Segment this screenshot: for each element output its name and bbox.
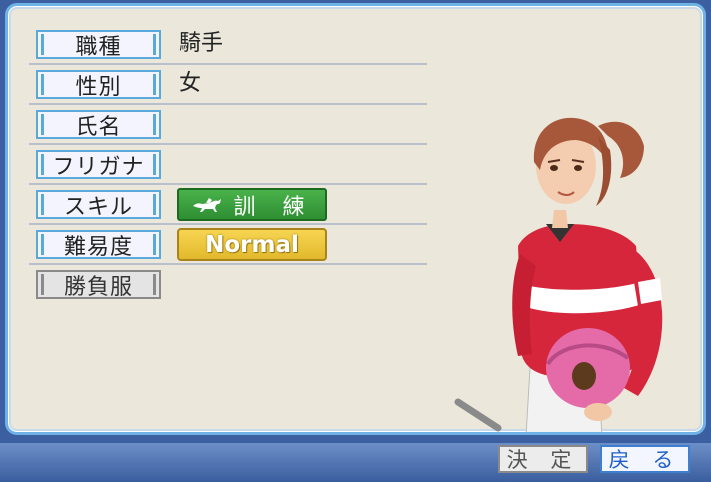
field-value-job: 騎手 <box>179 31 224 56</box>
field-row-furigana[interactable]: フリガナ <box>29 145 427 185</box>
field-list: 職種 騎手 性別 女 氏名 フリガナ スキル 訓 練 難易度 Normal 勝負… <box>29 25 427 305</box>
field-row-silks: 勝負服 <box>29 265 427 305</box>
field-label-name: 氏名 <box>36 110 161 140</box>
back-button[interactable]: 戻 る <box>600 445 690 473</box>
field-label-silks: 勝負服 <box>36 270 161 300</box>
screen: 職種 騎手 性別 女 氏名 フリガナ スキル 訓 練 難易度 Normal 勝負… <box>0 0 711 482</box>
confirm-button[interactable]: 決 定 <box>498 445 588 473</box>
field-label-furigana: フリガナ <box>36 150 161 180</box>
horse-icon <box>192 197 221 212</box>
field-row-job[interactable]: 職種 騎手 <box>29 25 427 65</box>
field-row-difficulty[interactable]: 難易度 Normal <box>29 225 427 265</box>
character-panel: 職種 騎手 性別 女 氏名 フリガナ スキル 訓 練 難易度 Normal 勝負… <box>5 3 706 435</box>
skill-button[interactable]: 訓 練 <box>177 188 327 221</box>
field-label-skill: スキル <box>36 190 161 220</box>
skill-label: 訓 練 <box>233 194 315 220</box>
field-row-gender[interactable]: 性別 女 <box>29 65 427 105</box>
field-label-job: 職種 <box>36 30 161 60</box>
field-row-name[interactable]: 氏名 <box>29 105 427 145</box>
field-label-difficulty: 難易度 <box>36 230 161 260</box>
jockey-portrait <box>454 117 663 432</box>
difficulty-button[interactable]: Normal <box>177 228 327 261</box>
field-value-gender: 女 <box>179 71 202 96</box>
field-row-skill[interactable]: スキル 訓 練 <box>29 185 427 225</box>
field-label-gender: 性別 <box>36 70 161 100</box>
